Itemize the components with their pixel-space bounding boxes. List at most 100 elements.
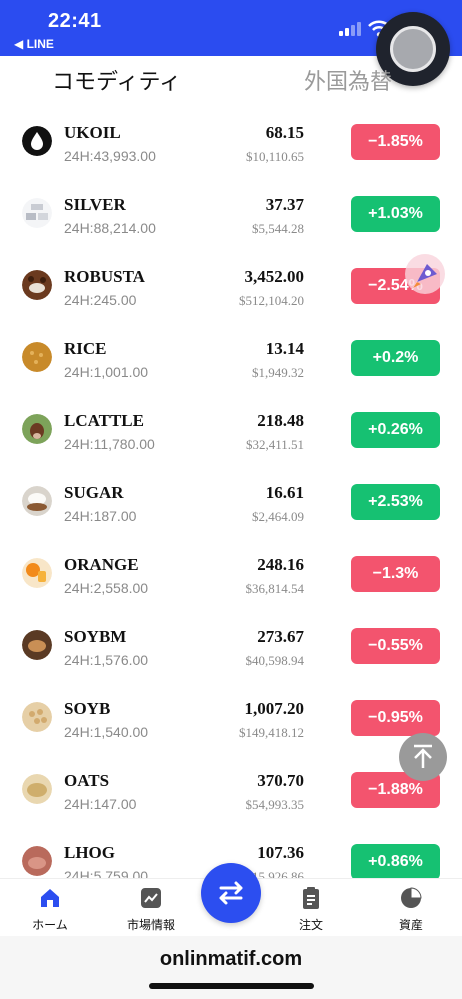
- item-symbol: ROBUSTA: [64, 267, 145, 286]
- change-badge[interactable]: −1.85%: [351, 124, 440, 160]
- trade-exchange-button[interactable]: [201, 863, 261, 923]
- list-item[interactable]: SILVER 24H:88,214.00 37.37 $5,544.28 +1.…: [0, 178, 462, 250]
- change-badge[interactable]: −0.55%: [351, 628, 440, 664]
- change-badge[interactable]: +1.03%: [351, 196, 440, 232]
- clipboard-icon: [303, 887, 319, 909]
- nav-home-label: ホーム: [32, 918, 68, 932]
- item-price: 68.15: [265, 123, 304, 142]
- item-volume: 24H:245.00: [64, 292, 137, 308]
- item-volume: 24H:2,558.00: [64, 580, 149, 596]
- item-symbol: UKOIL: [64, 123, 121, 142]
- item-usd-value: $1,949.32: [252, 365, 304, 380]
- arrow-up-icon: [414, 744, 432, 768]
- item-symbol: LHOG: [64, 843, 116, 862]
- item-usd-value: $40,598.94: [245, 653, 305, 668]
- item-price: 3,452.00: [244, 267, 305, 286]
- item-usd-value: $32,411.51: [245, 437, 304, 452]
- item-volume: 24H:1,540.00: [64, 724, 149, 740]
- commodity-list: UKOIL 24H:43,993.00 68.15 $10,110.65 −1.…: [0, 106, 462, 878]
- swap-arrows-icon: [219, 881, 243, 905]
- item-volume: 24H:187.00: [64, 508, 137, 524]
- nav-orders-label: 注文: [298, 918, 323, 932]
- item-volume: 24H:5,759.00: [64, 868, 149, 878]
- change-badge[interactable]: +0.86%: [351, 844, 440, 878]
- item-symbol: ORANGE: [64, 555, 139, 574]
- item-symbol: SOYB: [64, 699, 111, 718]
- item-symbol: OATS: [64, 771, 110, 790]
- item-price: 1,007.20: [244, 699, 305, 718]
- item-volume: 24H:11,780.00: [64, 436, 155, 452]
- nav-assets[interactable]: 資産: [371, 879, 451, 937]
- change-badge[interactable]: −1.3%: [351, 556, 440, 592]
- item-symbol: LCATTLE: [64, 411, 144, 430]
- item-symbol: RICE: [64, 339, 107, 358]
- scroll-to-top-button[interactable]: [399, 733, 447, 781]
- item-volume: 24H:147.00: [64, 796, 137, 812]
- orange-icon: [22, 558, 52, 588]
- item-symbol: SUGAR: [64, 483, 124, 502]
- coffee-icon: [22, 270, 52, 300]
- oats-icon: [22, 774, 52, 804]
- back-to-line-link[interactable]: ◀ LINE: [14, 37, 54, 51]
- nav-market-label: 市場情報: [126, 918, 175, 932]
- change-badge[interactable]: +0.2%: [351, 340, 440, 376]
- nav-orders[interactable]: 注文: [271, 879, 351, 937]
- item-usd-value: $512,104.20: [239, 293, 304, 308]
- item-volume: 24H:88,214.00: [64, 220, 156, 236]
- cattle-icon: [22, 414, 52, 444]
- item-usd-value: $2,464.09: [252, 509, 304, 524]
- item-price: 218.48: [257, 411, 304, 430]
- item-symbol: SOYBM: [64, 627, 127, 646]
- nav-home[interactable]: ホーム: [10, 879, 90, 937]
- cellular-signal-icon: [339, 22, 361, 36]
- list-item[interactable]: LCATTLE 24H:11,780.00 218.48 $32,411.51 …: [0, 394, 462, 466]
- list-item[interactable]: ORANGE 24H:2,558.00 248.16 $36,814.54 −1…: [0, 538, 462, 610]
- item-volume: 24H:43,993.00: [64, 148, 156, 164]
- item-usd-value: $36,814.54: [245, 581, 305, 596]
- item-price: 107.36: [257, 843, 304, 862]
- item-price: 370.70: [257, 771, 304, 790]
- list-item[interactable]: RICE 24H:1,001.00 13.14 $1,949.32 +0.2%: [0, 322, 462, 394]
- item-usd-value: $149,418.12: [239, 725, 304, 740]
- pie-chart-icon: [401, 887, 422, 908]
- chart-icon: [141, 888, 161, 908]
- market-tabs: コモディティ 外国為替: [0, 56, 462, 106]
- item-usd-value: $5,544.28: [252, 221, 304, 236]
- list-item[interactable]: OATS 24H:147.00 370.70 $54,993.35 −1.88%: [0, 754, 462, 826]
- item-price: 37.37: [265, 195, 304, 214]
- list-item[interactable]: SOYBM 24H:1,576.00 273.67 $40,598.94 −0.…: [0, 610, 462, 682]
- item-price: 13.14: [265, 339, 304, 358]
- item-usd-value: $54,993.35: [245, 797, 305, 812]
- soybean-meal-icon: [22, 630, 52, 660]
- tab-commodities[interactable]: コモディティ: [52, 64, 181, 96]
- url-text[interactable]: onlinmatif.com: [0, 948, 462, 971]
- status-time: 22:41: [48, 10, 102, 32]
- rocket-icon[interactable]: [403, 252, 447, 296]
- item-volume: 24H:1,576.00: [64, 652, 149, 668]
- change-badge[interactable]: +0.26%: [351, 412, 440, 448]
- home-icon: [41, 889, 59, 907]
- nav-market[interactable]: 市場情報: [111, 879, 191, 937]
- change-badge[interactable]: +2.53%: [351, 484, 440, 520]
- item-volume: 24H:1,001.00: [64, 364, 149, 380]
- list-item[interactable]: SUGAR 24H:187.00 16.61 $2,464.09 +2.53%: [0, 466, 462, 538]
- item-symbol: SILVER: [64, 195, 126, 214]
- silver-bars-icon: [22, 198, 52, 228]
- soybean-icon: [22, 702, 52, 732]
- oil-drop-icon: [22, 126, 52, 156]
- list-item[interactable]: ROBUSTA 24H:245.00 3,452.00 $512,104.20 …: [0, 250, 462, 322]
- tab-forex[interactable]: 外国為替: [304, 64, 392, 96]
- hog-icon: [22, 846, 52, 876]
- sugar-icon: [22, 486, 52, 516]
- change-badge[interactable]: −0.95%: [351, 700, 440, 736]
- home-indicator: [149, 983, 314, 989]
- rice-icon: [22, 342, 52, 372]
- nav-assets-label: 資産: [398, 918, 423, 932]
- browser-url-bar[interactable]: onlinmatif.com: [0, 936, 462, 999]
- item-price: 273.67: [257, 627, 304, 646]
- item-usd-value: $10,110.65: [245, 149, 304, 164]
- list-item[interactable]: SOYB 24H:1,540.00 1,007.20 $149,418.12 −…: [0, 682, 462, 754]
- list-item[interactable]: UKOIL 24H:43,993.00 68.15 $10,110.65 −1.…: [0, 106, 462, 178]
- item-price: 16.61: [265, 483, 304, 502]
- item-price: 248.16: [257, 555, 304, 574]
